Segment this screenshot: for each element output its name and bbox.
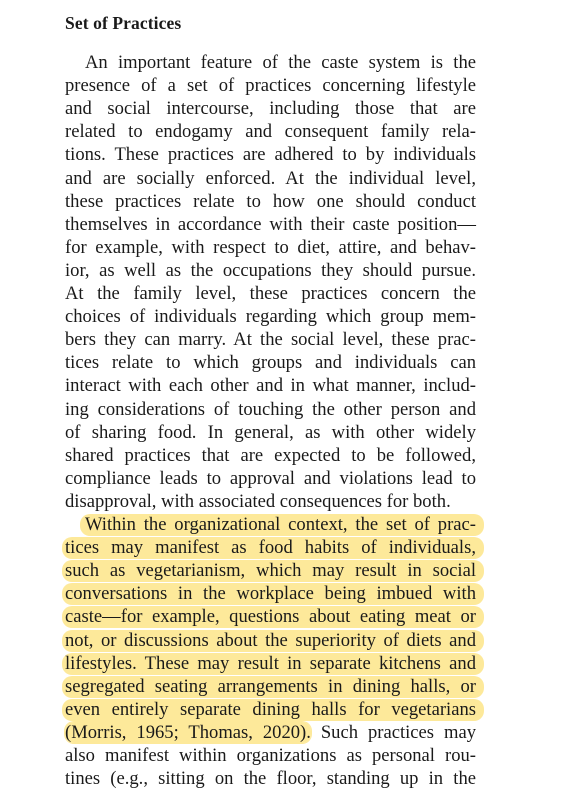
text-line: An important feature of the caste system… xyxy=(85,52,476,73)
highlighted-text-line: such as vegetarianism, which may result … xyxy=(65,560,476,582)
text-line: compliance leads to approval and violati… xyxy=(65,467,476,489)
mixed-text-line: (Morris, 1965; Thomas, 2020). Such pract… xyxy=(65,721,476,744)
highlighted-text-line: not, or discussions about the superiorit… xyxy=(65,629,476,651)
highlighted-text-line: segregated seating arrangements in dinin… xyxy=(65,675,476,697)
highlighted-text-line: Within the organizational context, the s… xyxy=(85,514,476,535)
text-line: ior, as well as the occupations they sho… xyxy=(65,259,476,281)
text-line: and social intercourse, including those … xyxy=(65,98,476,120)
plain-text: Such practices may xyxy=(310,721,476,743)
highlighted-text-line: conversations in the workplace being imb… xyxy=(65,583,476,605)
text-line: shared practices that are expected to be… xyxy=(65,444,476,466)
text-line: choices of individuals regarding which g… xyxy=(65,306,476,328)
text-line: bers they can marry. At the social level… xyxy=(65,329,476,351)
text-line: tices relate to which groups and individ… xyxy=(65,352,476,374)
text-line: for example, with respect to diet, attir… xyxy=(65,236,476,258)
text-line: ing considerations of touching the other… xyxy=(65,398,476,420)
text-line: interact with each other and in what man… xyxy=(65,375,476,397)
text-line: tions. These practices are adhered to by… xyxy=(65,144,476,166)
text-line: these practices relate to how one should… xyxy=(65,190,476,212)
highlighted-text-line: tices may manifest as food habits of ind… xyxy=(65,537,476,559)
section-heading: Set of Practices xyxy=(65,13,182,33)
text-line: At the family level, these practices con… xyxy=(65,283,476,304)
text-line: themselves in accordance with their cast… xyxy=(65,213,476,235)
text-line: presence of a set of practices concernin… xyxy=(65,75,476,97)
text-line: disapproval, with associated consequence… xyxy=(65,490,451,512)
text-line: related to endogamy and consequent famil… xyxy=(65,121,476,143)
highlighted-text-line: lifestyles. These may result in separate… xyxy=(65,652,476,674)
highlighted-text-line: even entirely separate dining halls for … xyxy=(65,698,476,720)
text-line: and are socially enforced. At the indivi… xyxy=(65,167,476,189)
highlighted-citation: (Morris, 1965; Thomas, 2020). xyxy=(65,721,311,743)
text-line: also manifest within organizations as pe… xyxy=(65,745,476,766)
text-line: of sharing food. In general, as with oth… xyxy=(65,421,476,443)
highlighted-text-line: caste—for example, questions about eatin… xyxy=(65,606,476,628)
